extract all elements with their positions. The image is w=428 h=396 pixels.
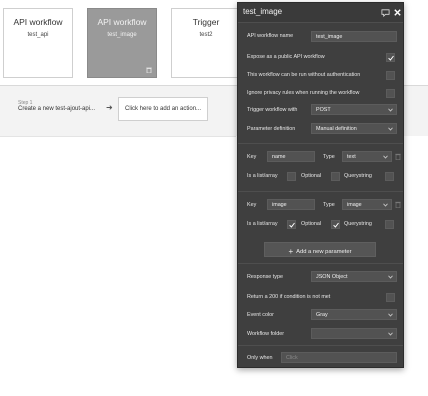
workflow-folder-label: Workflow folder <box>247 331 285 337</box>
trigger-method-dropdown[interactable]: POST <box>311 104 397 115</box>
is-list-checkbox[interactable] <box>287 172 296 181</box>
querystring-checkbox[interactable] <box>385 220 394 229</box>
workflow-card-test2[interactable]: Trigger test2 <box>171 8 241 78</box>
param-definition-value: Manual definition <box>316 126 357 132</box>
chevron-down-icon <box>388 275 393 279</box>
panel-title: test_image <box>243 7 283 16</box>
workflow-type-label: API workflow <box>13 17 63 27</box>
workflow-type-label: Trigger <box>192 17 220 27</box>
comment-icon[interactable] <box>381 8 390 17</box>
trigger-with-label: Trigger workflow with <box>247 107 298 113</box>
response-type-label: Response type <box>247 274 283 280</box>
workflow-name-label: test_image <box>107 32 137 38</box>
panel-header: test_image <box>238 3 403 23</box>
param-definition-dropdown[interactable]: Manual definition <box>311 123 397 134</box>
param-type-label: Type <box>323 202 335 208</box>
close-icon[interactable] <box>393 8 402 17</box>
optional-checkbox[interactable] <box>331 220 340 229</box>
trash-icon[interactable] <box>146 67 152 73</box>
step-action-label[interactable]: Create a new test-ajout-api... <box>18 106 95 112</box>
is-list-label: Is a list/array <box>247 173 278 179</box>
add-action-button[interactable]: Click here to add an action... <box>118 97 208 121</box>
chevron-down-icon <box>383 203 388 207</box>
param-type-label: Type <box>323 154 335 160</box>
workflow-name-label: test_api <box>27 32 49 38</box>
optional-label: Optional <box>301 221 322 227</box>
checkmark-icon <box>333 222 339 228</box>
ignore-privacy-label: Ignore privacy rules when running the wo… <box>247 90 360 96</box>
checkmark-icon <box>388 55 394 61</box>
param-key-input[interactable]: image <box>267 199 315 210</box>
param-definition-label: Parameter definition <box>247 126 296 132</box>
event-color-dropdown[interactable]: Gray <box>311 309 397 320</box>
param-type-value: text <box>347 154 356 160</box>
workflow-card-test-image[interactable]: API workflow test_image <box>87 8 157 78</box>
chevron-down-icon <box>388 332 393 336</box>
canvas-divider <box>0 136 236 137</box>
only-when-label: Only when <box>247 355 273 361</box>
expose-label: Expose as a public API workflow <box>247 54 325 60</box>
chevron-down-icon <box>388 127 393 131</box>
ignore-privacy-checkbox[interactable] <box>386 89 395 98</box>
querystring-label: Querystring <box>344 221 372 227</box>
is-list-checkbox[interactable] <box>287 220 296 229</box>
section-divider <box>238 345 403 346</box>
querystring-checkbox[interactable] <box>385 172 394 181</box>
event-color-label: Event color <box>247 312 274 318</box>
arrow-right-icon: ➜ <box>106 103 113 112</box>
add-parameter-button[interactable]: + Add a new parameter <box>264 242 376 257</box>
checkmark-icon <box>289 222 295 228</box>
trash-icon[interactable] <box>395 201 401 208</box>
param-key-input[interactable]: name <box>267 151 315 162</box>
optional-checkbox[interactable] <box>331 172 340 181</box>
return-200-checkbox[interactable] <box>386 293 395 302</box>
expose-checkbox[interactable] <box>386 53 395 62</box>
section-divider <box>238 263 403 264</box>
no-auth-label: This workflow can be run without authent… <box>247 72 361 78</box>
chevron-down-icon <box>388 108 393 112</box>
param-key-label: Key <box>247 202 257 208</box>
workflow-type-label: API workflow <box>97 17 147 27</box>
trigger-method-value: POST <box>316 107 331 113</box>
querystring-label: Querystring <box>344 173 372 179</box>
param-key-label: Key <box>247 154 257 160</box>
section-divider <box>238 143 403 144</box>
event-color-value: Gray <box>316 312 328 318</box>
plus-icon: + <box>288 247 294 256</box>
response-type-value: JSON Object <box>316 274 348 280</box>
only-when-input[interactable]: Click <box>281 352 397 363</box>
workflow-name-input[interactable]: test_image <box>311 31 397 42</box>
optional-label: Optional <box>301 173 322 179</box>
chevron-down-icon <box>383 155 388 159</box>
is-list-label: Is a list/array <box>247 221 278 227</box>
param-type-dropdown[interactable]: text <box>342 151 392 162</box>
param-type-value: image <box>347 202 362 208</box>
workflow-folder-dropdown[interactable] <box>311 328 397 339</box>
response-type-dropdown[interactable]: JSON Object <box>311 271 397 282</box>
workflow-name-label: test2 <box>199 32 213 38</box>
chevron-down-icon <box>388 313 393 317</box>
add-parameter-label: Add a new parameter <box>296 249 352 255</box>
trash-icon[interactable] <box>395 153 401 160</box>
workflow-properties-panel: test_image API workflow name test_image … <box>237 2 404 368</box>
workflow-name-label: API workflow name <box>247 33 294 39</box>
section-divider <box>238 191 403 192</box>
workflow-card-test-api[interactable]: API workflow test_api <box>3 8 73 78</box>
return-200-label: Return a 200 if condition is not met <box>247 294 331 300</box>
param-type-dropdown[interactable]: image <box>342 199 392 210</box>
no-auth-checkbox[interactable] <box>386 71 395 80</box>
